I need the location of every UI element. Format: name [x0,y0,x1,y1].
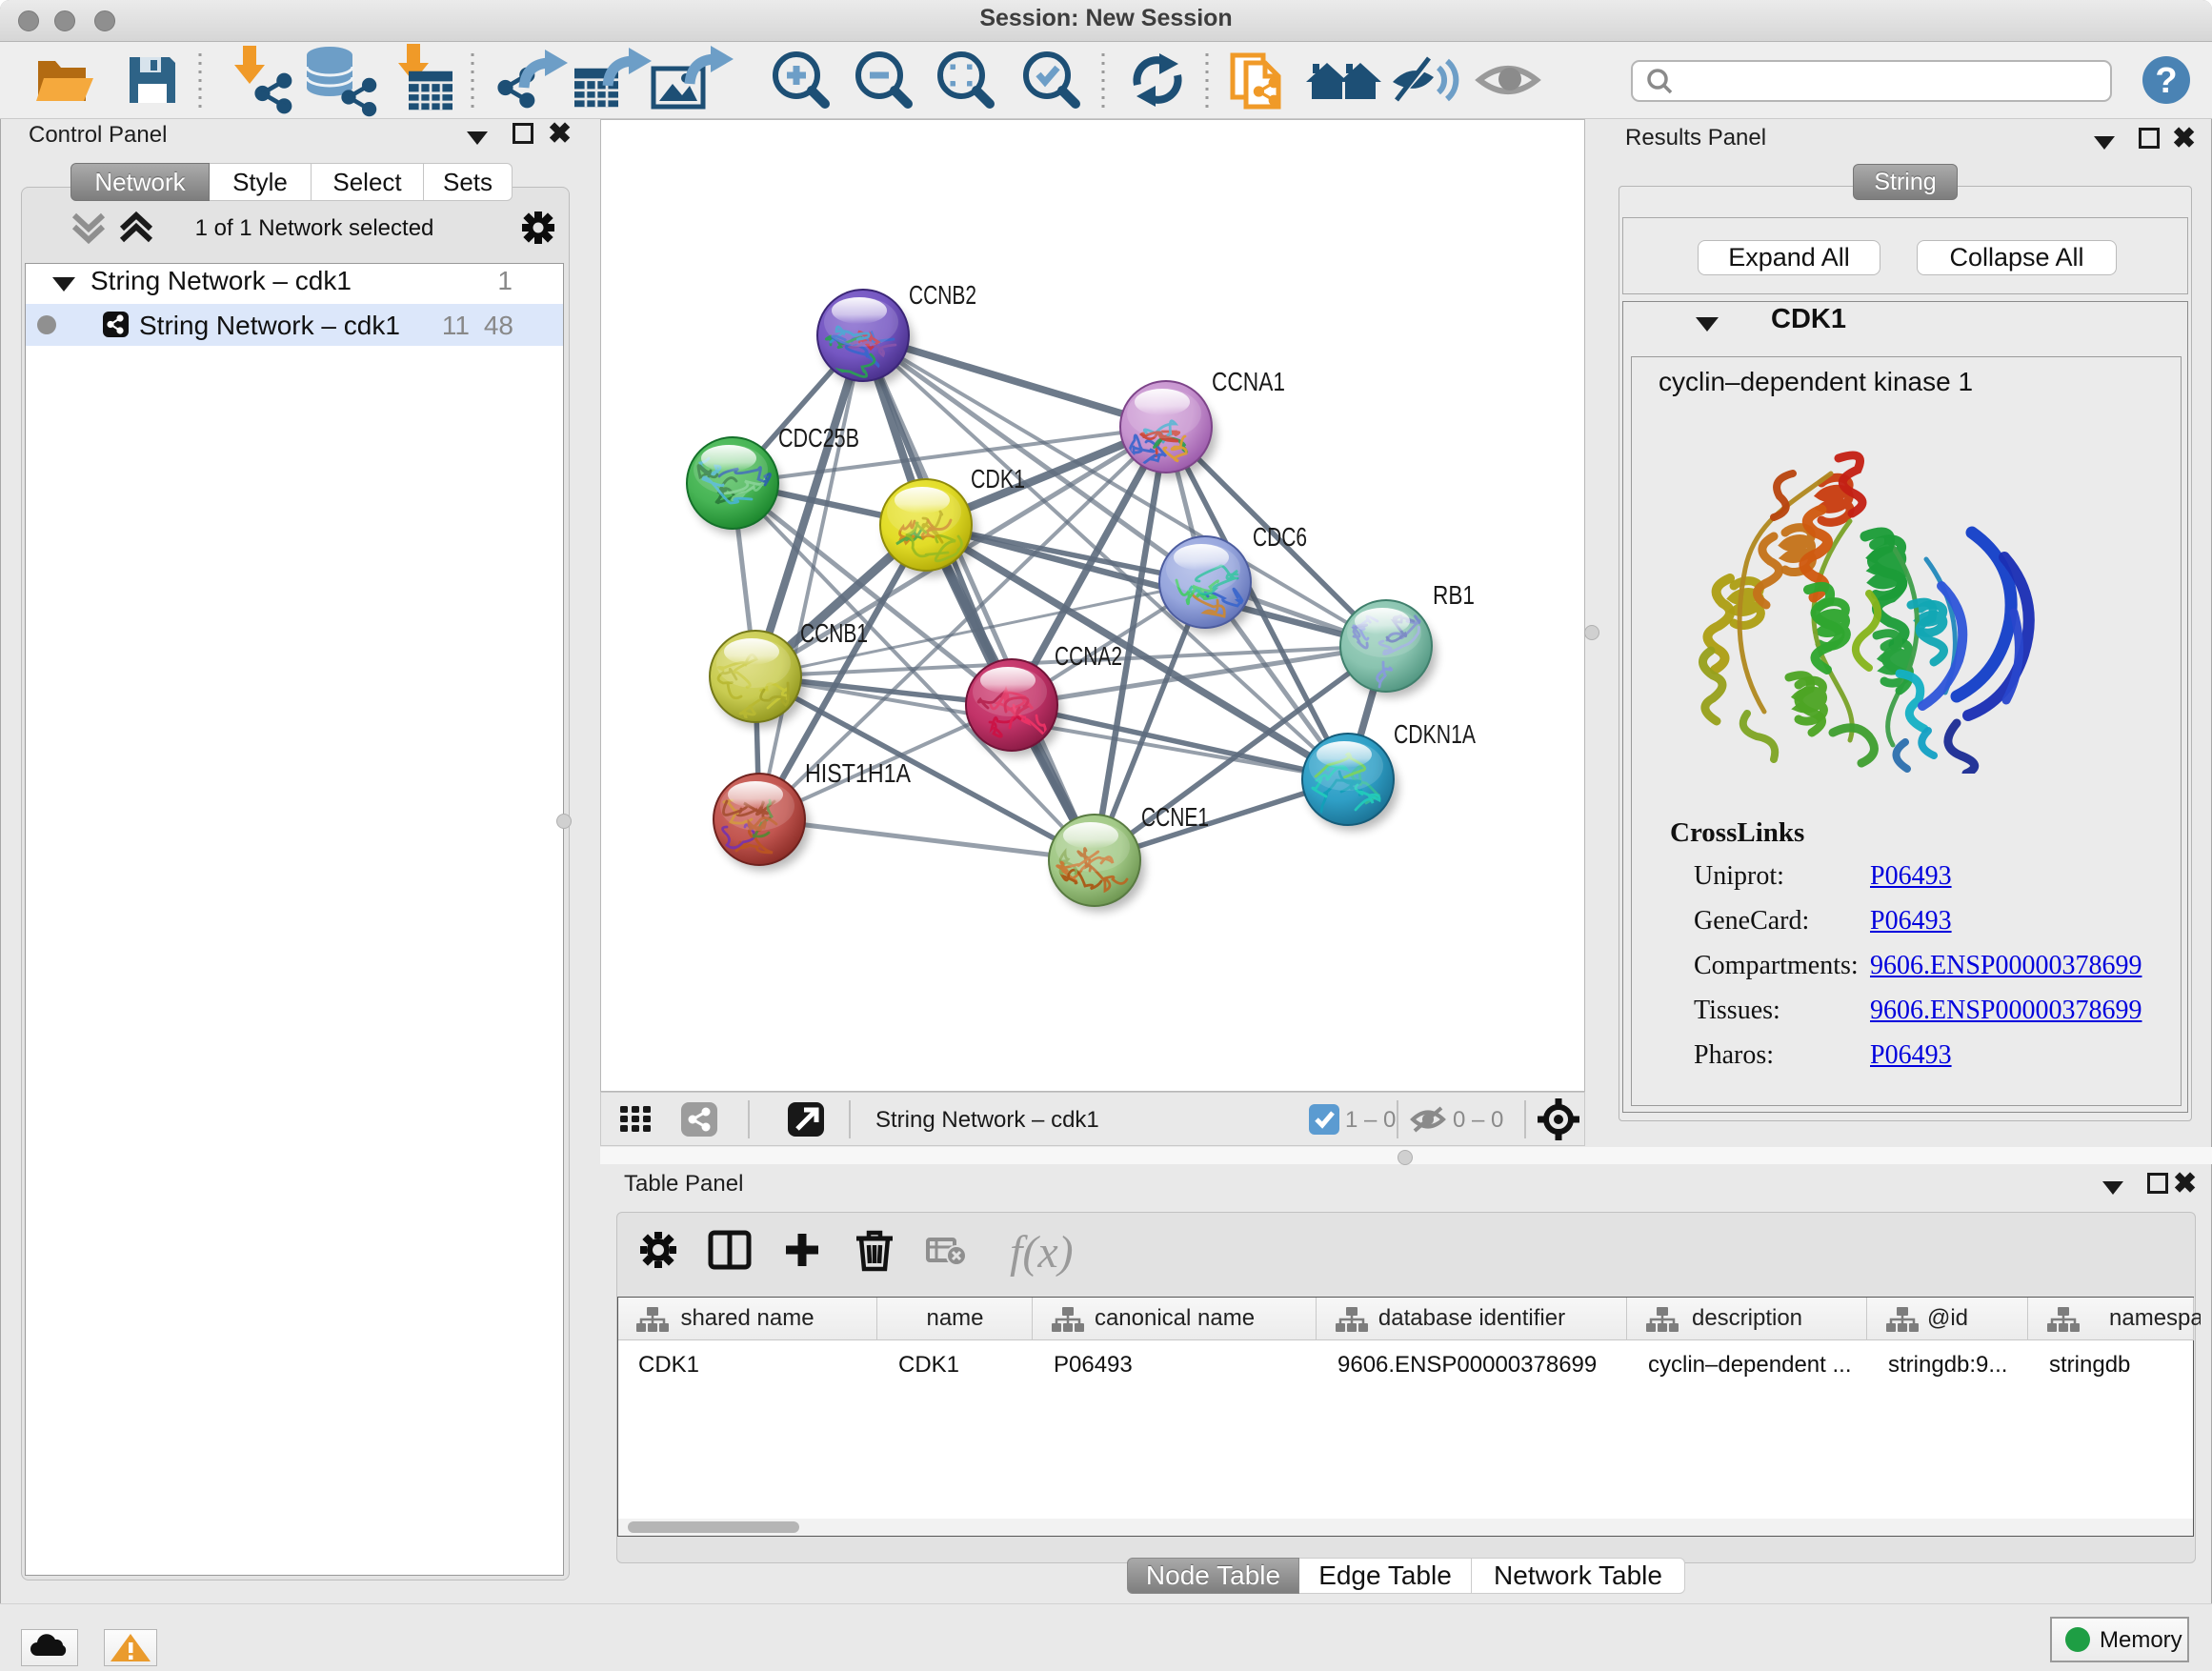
svg-text:CDKN1A: CDKN1A [1394,719,1476,749]
svg-text:CDC6: CDC6 [1253,522,1307,552]
svg-text:CCNA2: CCNA2 [1055,641,1122,671]
svg-text:f(x): f(x) [1010,1229,1074,1277]
svg-text:String Network – cdk1: String Network – cdk1 [875,1107,1099,1133]
svg-text:CCNE1: CCNE1 [1141,802,1209,832]
svg-text:RB1: RB1 [1433,580,1475,610]
svg-text:CCNB1: CCNB1 [800,618,868,648]
svg-text:CDK1: CDK1 [971,464,1025,493]
svg-text:0 – 0: 0 – 0 [1453,1107,1503,1133]
svg-text:?: ? [2155,61,2177,101]
svg-text:HIST1H1A: HIST1H1A [805,758,911,788]
svg-text:CDC25B: CDC25B [778,423,859,453]
svg-text:CCNA1: CCNA1 [1212,367,1285,396]
svg-text:CCNB2: CCNB2 [909,280,976,310]
svg-text:1 – 0: 1 – 0 [1345,1107,1396,1133]
